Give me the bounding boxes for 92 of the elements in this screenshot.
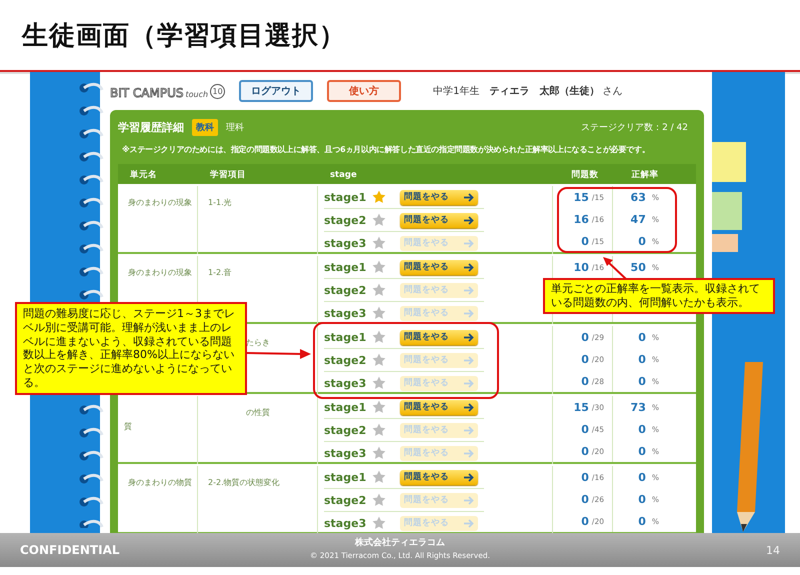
solved-count: 0 bbox=[581, 470, 589, 484]
solved-count: 16 bbox=[574, 212, 589, 226]
pointer-arrow bbox=[602, 256, 628, 280]
solved-count: 0 bbox=[581, 374, 589, 388]
correct-rate: 0 bbox=[638, 492, 646, 506]
help-button[interactable]: 使い方 bbox=[327, 80, 402, 102]
stage-label: stage1 bbox=[324, 330, 368, 344]
start-button[interactable]: 問題をやる bbox=[400, 470, 478, 484]
callout-note: 問題の難易度に応じ、ステージ1～3までレベル別に受講可能。理解が浅いまま上のレベルに進まないよう、収録されている問題数以上を解き、正解率80%以上にならないと次のステージに進めないようになっている。 bbox=[15, 302, 247, 394]
correct-rate: 0 bbox=[638, 374, 646, 388]
topic-name: の性質 bbox=[246, 408, 270, 417]
topic-name: 1-1.光 bbox=[208, 198, 232, 207]
solved-count: 0 bbox=[581, 444, 589, 458]
arrow-icon bbox=[464, 496, 474, 504]
solved-count: 0 bbox=[581, 514, 589, 528]
column-header: 単元名 bbox=[129, 169, 158, 181]
stage-label: stage1 bbox=[324, 190, 368, 204]
arrow-icon bbox=[464, 192, 474, 202]
solved-count: 0 bbox=[581, 422, 589, 436]
correct-rate: 0 bbox=[638, 514, 646, 528]
solved-count: 15 bbox=[574, 190, 589, 204]
correct-rate: 0 bbox=[638, 330, 646, 344]
topic-name: 1-2.音 bbox=[208, 268, 232, 277]
correct-rate: 0 bbox=[638, 422, 646, 436]
correct-rate: 50 bbox=[630, 260, 646, 274]
start-button[interactable]: 問題をやる bbox=[400, 330, 478, 344]
logo: BIT CAMPUS touch 10 bbox=[110, 84, 226, 98]
pointer-arrow bbox=[247, 348, 311, 360]
arrow-icon bbox=[464, 262, 474, 272]
correct-rate: 0 bbox=[638, 470, 646, 484]
column-header: stage bbox=[329, 170, 358, 180]
subject-name: 理科 bbox=[226, 122, 244, 134]
arrow-icon bbox=[464, 378, 474, 388]
stage-label: stage2 bbox=[324, 284, 368, 296]
arrow-icon bbox=[464, 426, 474, 434]
stage-label: stage3 bbox=[324, 306, 368, 320]
callout-note: 単元ごとの正解率を一覧表示。収録されている問題数の内、何問解いたかも表示。 bbox=[543, 278, 775, 314]
unit-name: 身のまわりの現象 bbox=[128, 268, 192, 277]
confidential-label: CONFIDENTIAL bbox=[20, 543, 120, 557]
panel-title: 学習履歴詳細 bbox=[118, 120, 184, 134]
stage-label: stage2 bbox=[324, 424, 368, 436]
solved-count: 0 bbox=[581, 330, 589, 344]
stage-label: stage2 bbox=[324, 494, 368, 506]
stage-label: stage1 bbox=[324, 470, 368, 484]
stage-label: stage2 bbox=[324, 214, 368, 226]
solved-count: 0 bbox=[581, 234, 589, 248]
unit-name: 身のまわりの物質 bbox=[128, 478, 192, 487]
column-header: 問題数 bbox=[570, 169, 600, 181]
stage-label: stage1 bbox=[324, 400, 368, 414]
stage-label: stage3 bbox=[324, 376, 368, 390]
topic-name: たらき bbox=[246, 338, 270, 347]
start-button[interactable]: 問題をやる bbox=[400, 212, 478, 228]
arrow-icon bbox=[464, 518, 474, 528]
user-name: 中学1年生 ティエラ 太郎（生徒） さん bbox=[433, 84, 623, 98]
arrow-icon bbox=[464, 402, 474, 412]
start-button[interactable]: 問題をやる bbox=[400, 260, 478, 274]
start-button[interactable]: 問題をやる bbox=[400, 400, 478, 414]
unit-name: 身のまわりの現象 bbox=[128, 198, 192, 207]
arrow-icon bbox=[464, 238, 474, 248]
arrow-icon bbox=[464, 332, 474, 342]
correct-rate: 0 bbox=[638, 352, 646, 366]
column-header: 正解率 bbox=[630, 169, 660, 181]
solved-count: 0 bbox=[581, 492, 589, 506]
company-name: 株式会社ティエラコム bbox=[355, 536, 445, 549]
start-button[interactable]: 問題をやる bbox=[400, 190, 478, 204]
slide-title: 生徒画面（学習項目選択） bbox=[22, 20, 346, 52]
stage-label: stage3 bbox=[324, 516, 368, 530]
correct-rate: 73 bbox=[630, 400, 646, 414]
arrow-icon bbox=[464, 286, 474, 294]
arrow-icon bbox=[464, 472, 474, 482]
correct-rate: 47 bbox=[630, 212, 646, 226]
unit-name: 質 bbox=[124, 422, 132, 431]
arrow-icon bbox=[464, 448, 474, 458]
solved-count: 15 bbox=[574, 400, 589, 414]
topic-name: 2-2.物質の状態変化 bbox=[208, 478, 280, 487]
correct-rate: 0 bbox=[638, 234, 646, 248]
column-header: 学習項目 bbox=[209, 169, 247, 181]
arrow-icon bbox=[464, 308, 474, 318]
stage-label: stage3 bbox=[324, 446, 368, 460]
solved-count: 0 bbox=[581, 352, 589, 366]
stage-label: stage3 bbox=[324, 236, 368, 250]
correct-rate: 63 bbox=[630, 190, 646, 204]
logout-button[interactable]: ログアウト bbox=[239, 80, 314, 102]
correct-rate: 0 bbox=[638, 444, 646, 458]
arrow-icon bbox=[464, 216, 474, 224]
stage-label: stage1 bbox=[324, 260, 368, 274]
solved-count: 10 bbox=[574, 260, 589, 274]
stage-label: stage2 bbox=[324, 354, 368, 366]
page-number: 14 bbox=[766, 544, 780, 556]
stage-clear-count: ステージクリア数：2 / 42 bbox=[581, 122, 688, 134]
arrow-icon bbox=[464, 356, 474, 364]
subject-tag: 教科 bbox=[192, 118, 218, 136]
